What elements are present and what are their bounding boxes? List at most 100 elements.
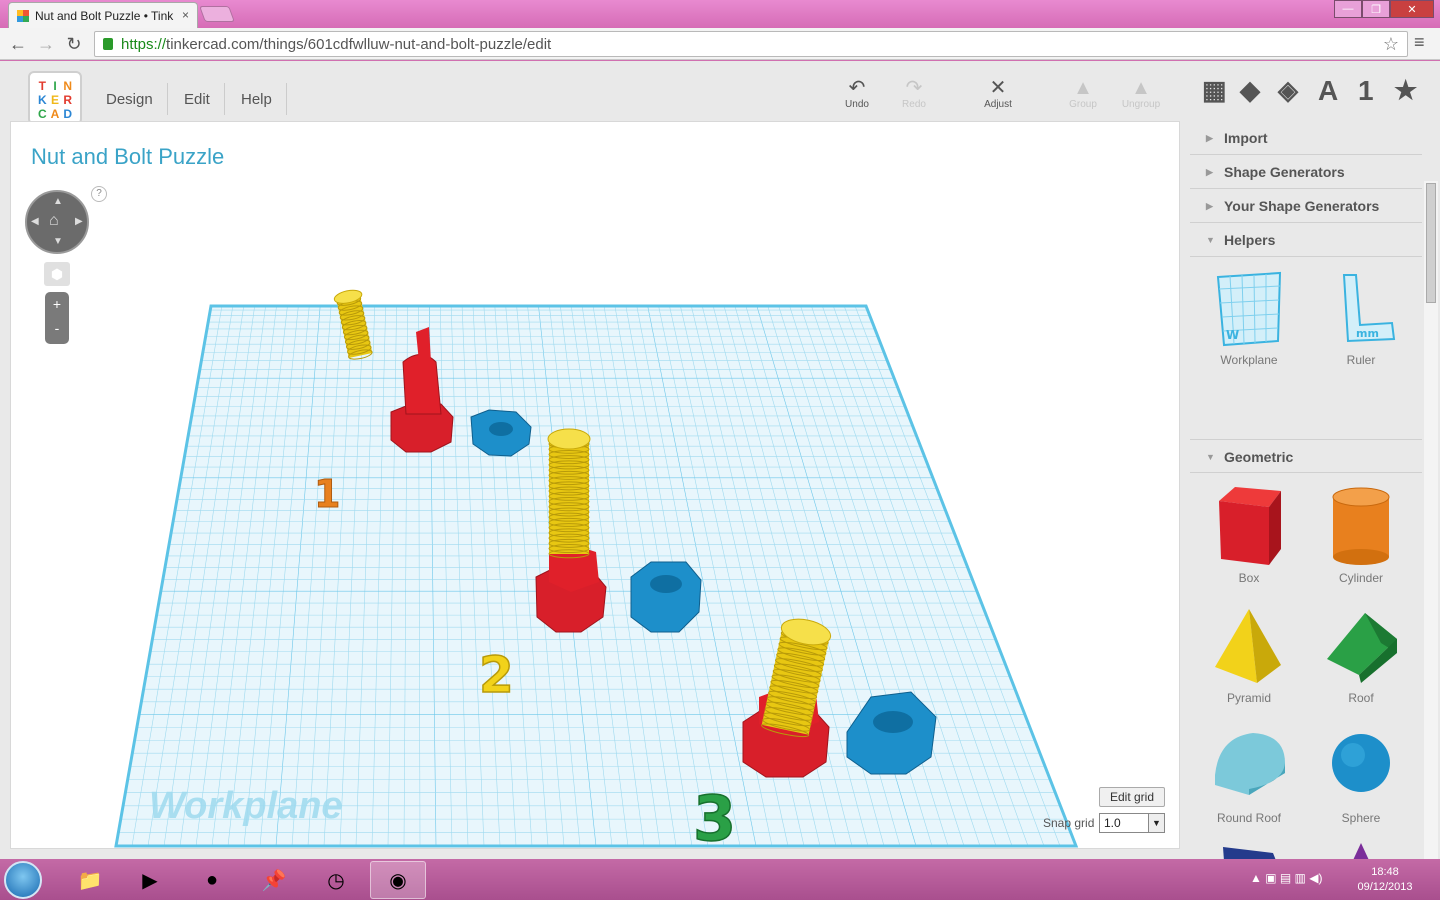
ungroup-icon: ▲ (1131, 77, 1151, 99)
zoom-out-button[interactable]: - (45, 316, 69, 340)
address-bar[interactable]: https://tinkercad.com/things/601cdfwlluw… (94, 31, 1408, 57)
browser-toolbar: ← → ↻ https://tinkercad.com/things/601cd… (0, 28, 1440, 60)
home-icon[interactable]: ⌂ (49, 212, 59, 230)
tab-title: Nut and Bolt Puzzle • Tink (35, 8, 174, 23)
group-button[interactable]: ▲ Group (1053, 77, 1113, 110)
menu-design[interactable]: Design (92, 83, 168, 115)
user-icon[interactable]: ● (184, 861, 240, 899)
orbit-left-icon[interactable]: ◀ (31, 216, 39, 227)
reload-icon[interactable]: ↻ (62, 32, 86, 56)
app-header: TIN KER CAD Design Edit Help ↶ Undo ↷ Re… (0, 61, 1440, 125)
browser-menu-icon[interactable]: ≡ (1414, 32, 1425, 53)
section-your-shape-generators[interactable]: ▶ Your Shape Generators (1190, 189, 1422, 223)
help-icon[interactable]: ? (91, 186, 107, 202)
window-minimize-button[interactable]: — (1334, 0, 1362, 18)
workplane-grid[interactable]: 1 2 3 Workplane (11, 122, 1180, 849)
shape-cylinder[interactable]: Cylinder (1306, 483, 1416, 585)
workplane-label: Workplane (149, 785, 343, 827)
design-canvas[interactable]: 1 2 3 Workplane Nut and Bolt Puzzle ▲ ▼ … (10, 121, 1180, 849)
scrollbar-thumb[interactable] (1426, 183, 1436, 303)
design-title[interactable]: Nut and Bolt Puzzle (31, 144, 224, 170)
url-path: tinkercad.com/things/601cdfwlluw-nut-and… (166, 35, 552, 53)
tinkercad-favicon-icon (17, 9, 29, 22)
section-helpers[interactable]: ▼ Helpers (1190, 223, 1422, 257)
clock-time: 18:48 (1371, 866, 1399, 878)
clock-app-icon[interactable]: ◷ (308, 861, 364, 899)
back-icon[interactable]: ← (6, 32, 30, 56)
workplane-shape-icon: W (1216, 271, 1282, 347)
shape-cone[interactable] (1306, 843, 1416, 859)
window-maximize-button[interactable]: ❐ (1362, 0, 1390, 18)
browser-titlebar: Nut and Bolt Puzzle • Tink × — ❐ ✕ (0, 0, 1440, 28)
url-scheme: https:// (121, 35, 167, 53)
text-icon[interactable]: A (1318, 75, 1338, 107)
snap-grid-select[interactable]: 1.0 ▼ (1099, 813, 1165, 833)
sidebar-scrollbar[interactable] (1424, 181, 1438, 900)
section-shape-generators[interactable]: ▶ Shape Generators (1190, 155, 1422, 189)
shape-polygon[interactable] (1194, 843, 1304, 859)
grid-view-icon[interactable]: ▦ (1202, 75, 1227, 106)
chevron-down-icon: ▼ (1148, 814, 1164, 832)
helper-ruler[interactable]: mm Ruler (1306, 269, 1416, 367)
menu-help[interactable]: Help (227, 83, 287, 115)
menu-edit[interactable]: Edit (170, 83, 225, 115)
explorer-icon[interactable]: 📁 (62, 861, 118, 899)
adjust-button[interactable]: ✕ Adjust (968, 77, 1028, 110)
bookmark-star-icon[interactable]: ☆ (1383, 34, 1399, 55)
windows-taskbar: 📁 ▶ ● 📌 ◷ ◉ ▲ ▣ ▤ ▥ ◀) 18:48 09/12/2013 (0, 859, 1440, 900)
system-tray[interactable]: ▲ ▣ ▤ ▥ ◀) (1250, 871, 1322, 885)
favorites-icon[interactable]: ★ (1394, 75, 1417, 106)
adjust-icon: ✕ (989, 77, 1007, 99)
number-1: 1 (314, 472, 340, 516)
shape-box[interactable]: Box (1194, 483, 1304, 585)
cone-shape-icon (1353, 843, 1369, 859)
zoom-control[interactable]: + - (45, 292, 69, 344)
chrome-icon[interactable]: ◉ (370, 861, 426, 899)
edit-grid-button[interactable]: Edit grid (1099, 787, 1165, 807)
new-tab-button[interactable] (199, 6, 235, 22)
taskbar-clock[interactable]: 18:48 09/12/2013 (1350, 865, 1420, 895)
orbit-down-icon[interactable]: ▼ (53, 236, 63, 247)
polygon-shape-icon (1223, 847, 1276, 859)
shape-round-roof[interactable]: Round Roof (1194, 723, 1304, 825)
number-1-shape[interactable]: 1 (314, 472, 341, 517)
helper-workplane[interactable]: W Workplane (1194, 269, 1304, 367)
shape-roof[interactable]: Roof (1306, 603, 1416, 705)
wireframe-view-icon[interactable]: ◈ (1278, 75, 1298, 106)
ungroup-button[interactable]: ▲ Ungroup (1111, 77, 1171, 110)
fit-view-icon[interactable]: ⬢ (44, 262, 70, 286)
ruler-shape-icon: mm (1342, 274, 1396, 343)
number-icon[interactable]: 1 (1358, 75, 1374, 107)
media-player-icon[interactable]: ▶ (122, 861, 178, 899)
number-2-shape[interactable]: 2 (478, 645, 514, 705)
view-navigator[interactable]: ▲ ▼ ◀ ▶ ⌂ (25, 190, 89, 254)
tinkercad-logo[interactable]: TIN KER CAD (28, 71, 82, 125)
lock-icon (103, 38, 113, 50)
undo-button[interactable]: ↶ Undo (827, 77, 887, 110)
pin-icon[interactable]: 📌 (246, 861, 302, 899)
svg-text:mm: mm (1356, 327, 1379, 340)
number-3-shape[interactable]: 3 (692, 781, 737, 849)
expand-arrow-icon: ▶ (1206, 167, 1213, 177)
sphere-shape-icon (1332, 734, 1390, 792)
section-import[interactable]: ▶ Import (1190, 121, 1422, 155)
redo-button[interactable]: ↷ Redo (884, 77, 944, 110)
shape-pyramid[interactable]: Pyramid (1194, 603, 1304, 705)
tab-close-icon[interactable]: × (182, 8, 189, 22)
section-geometric[interactable]: ▼ Geometric (1190, 439, 1422, 473)
shapes-sidebar: ▶ Import ▶ Shape Generators ▶ Your Shape Ge… (1190, 121, 1440, 859)
zoom-in-button[interactable]: + (45, 292, 69, 316)
browser-tab[interactable]: Nut and Bolt Puzzle • Tink × (8, 2, 198, 28)
expand-arrow-icon: ▶ (1206, 201, 1213, 211)
group-icon: ▲ (1073, 77, 1093, 99)
shape-sphere[interactable]: Sphere (1306, 723, 1416, 825)
roof-shape-icon (1327, 613, 1397, 683)
forward-icon[interactable]: → (34, 32, 58, 56)
window-close-button[interactable]: ✕ (1390, 0, 1434, 18)
orbit-up-icon[interactable]: ▲ (53, 196, 63, 207)
start-button[interactable] (4, 861, 42, 899)
number-3: 3 (693, 782, 736, 849)
pyramid-shape-icon (1215, 609, 1281, 683)
box-view-icon[interactable]: ◆ (1240, 75, 1260, 106)
orbit-right-icon[interactable]: ▶ (75, 216, 83, 227)
